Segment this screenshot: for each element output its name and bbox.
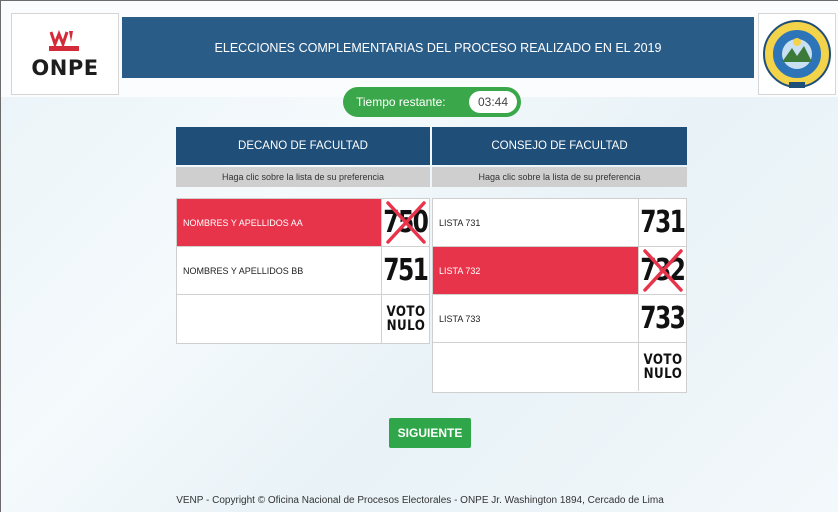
ballot-option-voto-nulo[interactable]: VOTO NULO — [177, 295, 429, 343]
logo-text: ONPE — [31, 56, 99, 80]
onpe-logo: ONPE — [11, 13, 119, 95]
ballot-option-733[interactable]: LISTA 733 733 — [433, 295, 686, 343]
page-title: ELECCIONES COMPLEMENTARIAS DEL PROCESO R… — [122, 17, 754, 78]
option-label: LISTA 733 — [439, 313, 481, 324]
ballot-option-751[interactable]: NOMBRES Y APELLIDOS BB 751 — [177, 247, 429, 295]
time-remaining: Tiempo restante: 03:44 — [343, 87, 521, 117]
ballot-hand-icon — [49, 29, 79, 51]
option-number: 750 — [381, 199, 429, 246]
consejo-ballot: LISTA 731 731 LISTA 732 732 LISTA 733 73… — [432, 198, 687, 393]
timer-value: 03:44 — [469, 91, 517, 113]
university-seal — [758, 13, 836, 95]
option-number: 732 — [638, 247, 686, 294]
option-label: NOMBRES Y APELLIDOS BB — [183, 265, 304, 276]
option-number: 751 — [381, 247, 429, 294]
decano-ballot: NOMBRES Y APELLIDOS AA 750 NOMBRES Y APE… — [176, 198, 430, 344]
option-label: LISTA 732 — [439, 265, 481, 276]
timer-label: Tiempo restante: — [356, 95, 446, 109]
ballot-option-731[interactable]: LISTA 731 731 — [433, 199, 686, 247]
decano-instruction: Haga clic sobre la lista de su preferenc… — [176, 167, 430, 187]
decano-heading: DECANO DE FACULTAD — [176, 127, 430, 165]
option-label: NOMBRES Y APELLIDOS AA — [183, 217, 303, 228]
voting-screen: ONPE ELECCIONES COMPLEMENTARIAS DEL PROC… — [0, 0, 838, 512]
header: ONPE ELECCIONES COMPLEMENTARIAS DEL PROC… — [1, 1, 838, 97]
ballot-option-750[interactable]: NOMBRES Y APELLIDOS AA 750 — [177, 199, 429, 247]
vote-cross-icon — [643, 249, 683, 292]
next-button[interactable]: SIGUIENTE — [389, 418, 471, 448]
consejo-instruction: Haga clic sobre la lista de su preferenc… — [432, 167, 687, 187]
option-number: VOTO NULO — [381, 295, 429, 343]
consejo-heading: CONSEJO DE FACULTAD — [432, 127, 687, 165]
ballot-option-voto-nulo[interactable]: VOTO NULO — [433, 343, 686, 391]
option-number: 731 — [638, 199, 686, 246]
footer-copyright: VENP - Copyright © Oficina Nacional de P… — [176, 495, 664, 506]
option-label — [177, 295, 381, 343]
vote-cross-icon — [386, 201, 426, 244]
option-label — [433, 343, 638, 391]
option-number: VOTO NULO — [638, 343, 686, 391]
ballot-option-732[interactable]: LISTA 732 732 — [433, 247, 686, 295]
option-number: 733 — [638, 295, 686, 342]
option-label: LISTA 731 — [439, 217, 481, 228]
university-seal-icon — [763, 20, 831, 88]
